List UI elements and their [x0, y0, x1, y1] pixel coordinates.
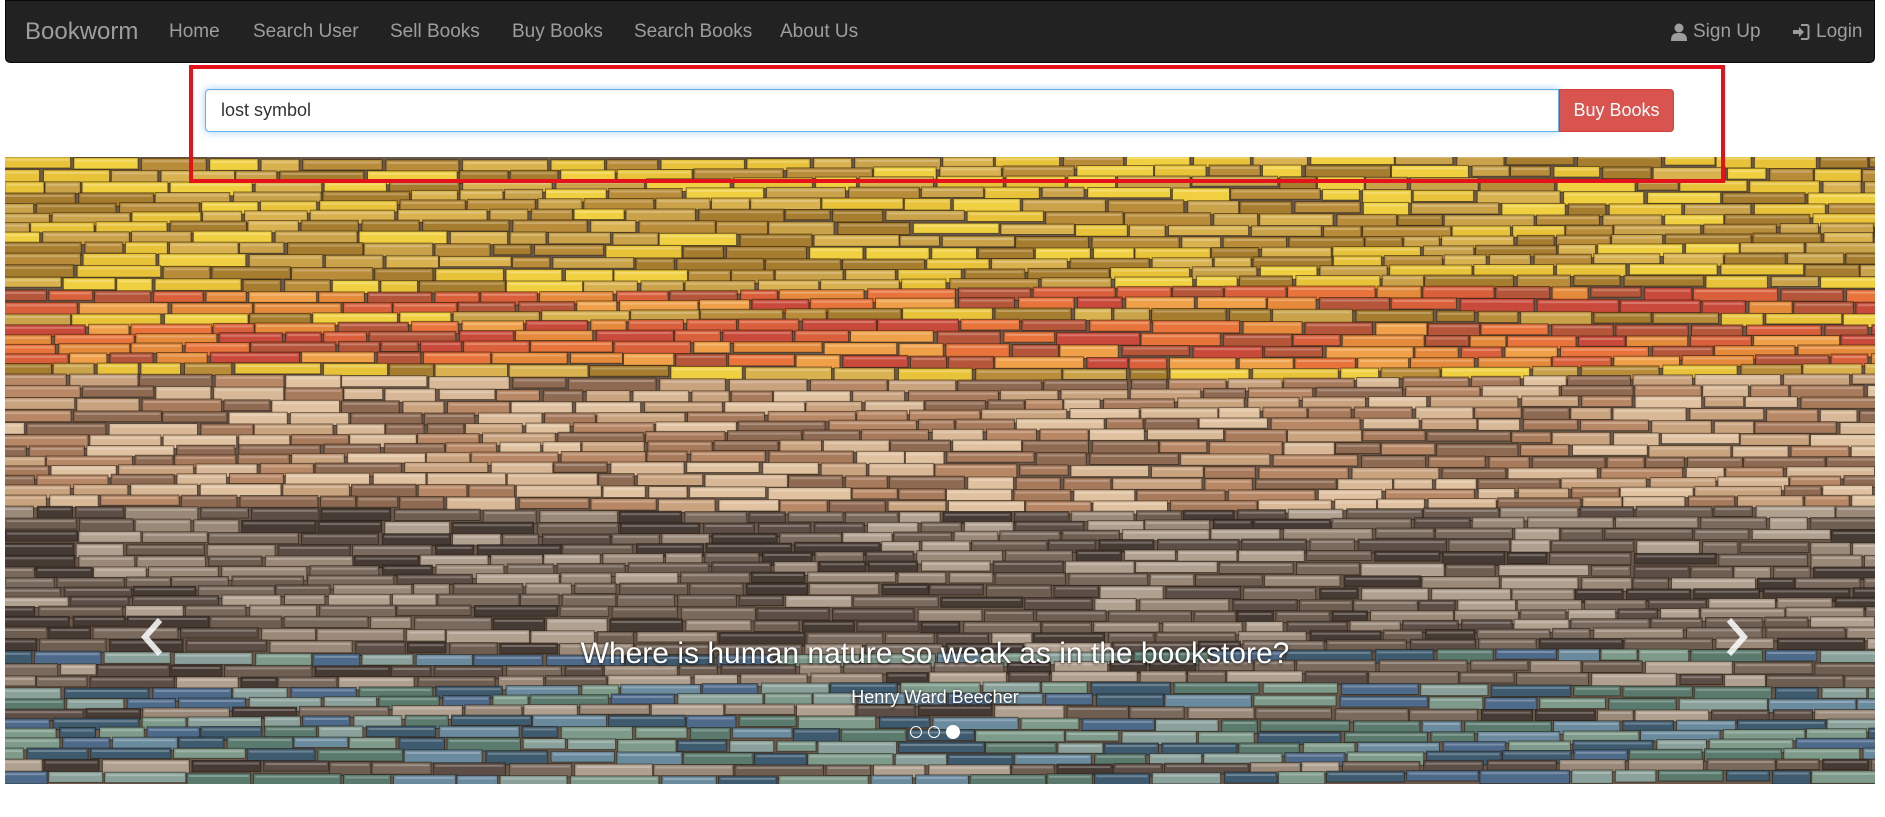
buy-books-button[interactable]: Buy Books — [1559, 89, 1674, 132]
nav-buy-books[interactable]: Buy Books — [512, 21, 603, 43]
nav-search-books[interactable]: Search Books — [634, 21, 752, 43]
sign-up-label: Sign Up — [1693, 21, 1761, 42]
nav-sell-books[interactable]: Sell Books — [390, 21, 480, 43]
carousel-indicator-dot[interactable] — [928, 726, 940, 738]
user-icon — [1671, 23, 1687, 41]
nav-sign-up[interactable]: Sign Up — [1671, 21, 1761, 43]
top-navbar: Bookworm Home Search User Sell Books Buy… — [5, 0, 1875, 63]
carousel-indicators — [0, 725, 1870, 739]
nav-about-us[interactable]: About Us — [780, 21, 858, 43]
brand-logo[interactable]: Bookworm — [25, 18, 138, 46]
carousel-quote: Where is human nature so weak as in the … — [580, 637, 1290, 670]
nav-home[interactable]: Home — [169, 21, 220, 43]
carousel-quote-author: Henry Ward Beecher — [851, 687, 1019, 707]
login-icon — [1792, 23, 1810, 41]
login-label: Login — [1816, 21, 1863, 42]
search-input[interactable] — [205, 89, 1559, 132]
nav-login[interactable]: Login — [1792, 21, 1863, 43]
nav-search-user[interactable]: Search User — [253, 21, 359, 43]
carousel-indicator-dot[interactable] — [910, 726, 922, 738]
carousel-indicator-dot[interactable] — [946, 725, 960, 739]
